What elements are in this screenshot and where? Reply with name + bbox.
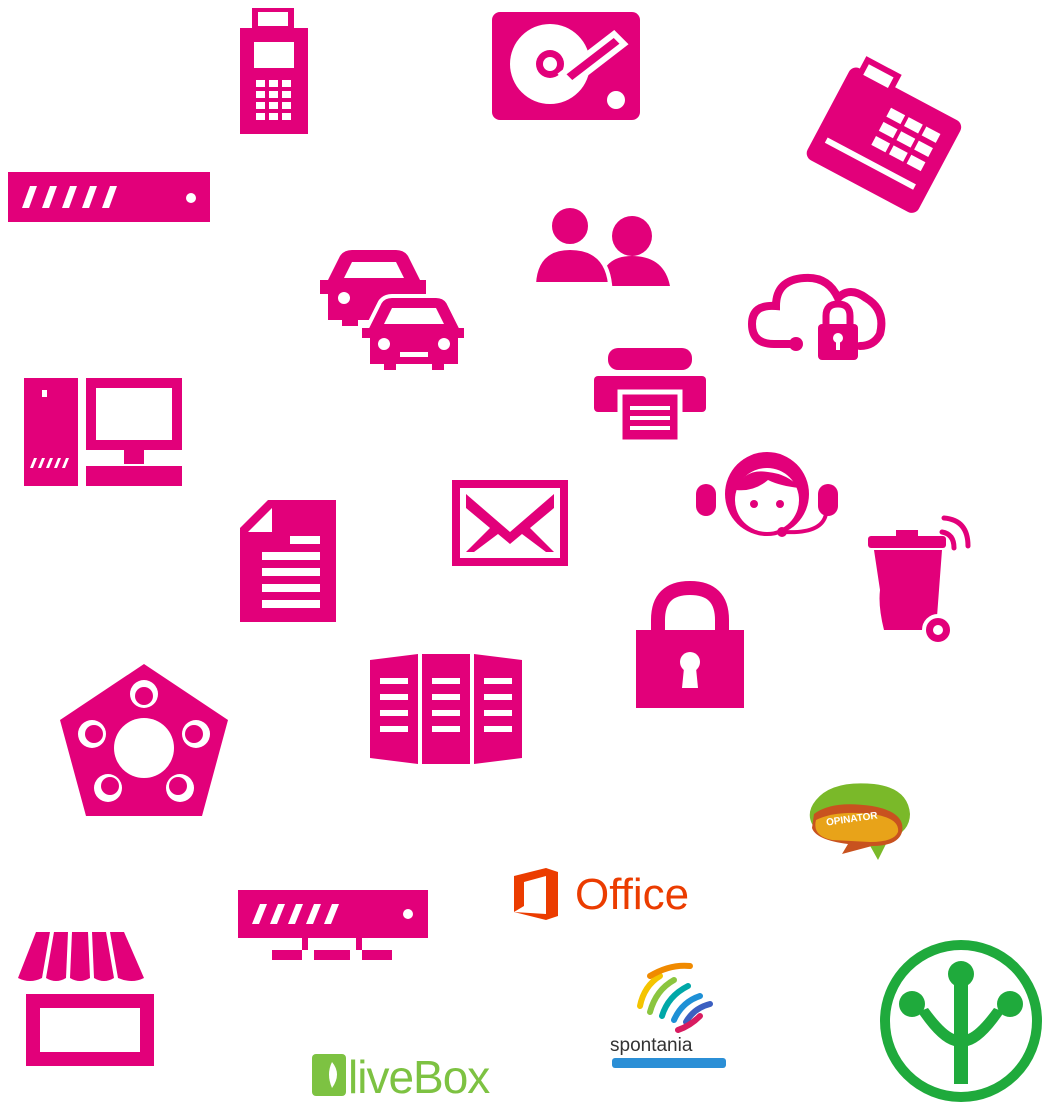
- server-rack-icon: [8, 172, 210, 222]
- users-icon: [531, 204, 672, 286]
- cars-icon: [316, 250, 468, 374]
- desktop-computer-icon: [24, 378, 182, 486]
- fax-printer-icon: [594, 348, 706, 445]
- payment-terminal-icon: [238, 8, 310, 136]
- olivebox-logo: [312, 1054, 346, 1096]
- hard-disk-icon: [492, 12, 640, 120]
- office-logo: [510, 866, 566, 922]
- open-book-icon: [370, 654, 522, 764]
- green-tree-logo: [878, 938, 1044, 1102]
- spontania-tagline-bar: [612, 1058, 726, 1068]
- olivebox-logo-text: liveBox: [348, 1051, 490, 1103]
- cash-register-icon: [800, 56, 968, 213]
- document-icon: [240, 500, 336, 622]
- spontania-logo: [630, 956, 720, 1036]
- office-logo-text: Office: [575, 870, 690, 919]
- envelope-icon: [452, 480, 568, 566]
- people-circle-icon: [52, 664, 236, 824]
- smart-bin-icon: [862, 506, 980, 646]
- support-agent-icon: [692, 444, 842, 544]
- padlock-icon: [636, 580, 744, 708]
- spontania-logo-text: spontania: [610, 1035, 693, 1056]
- cloud-lock-icon: [746, 268, 888, 366]
- network-switch-icon: [238, 890, 428, 964]
- shop-awning-icon: [14, 924, 160, 1068]
